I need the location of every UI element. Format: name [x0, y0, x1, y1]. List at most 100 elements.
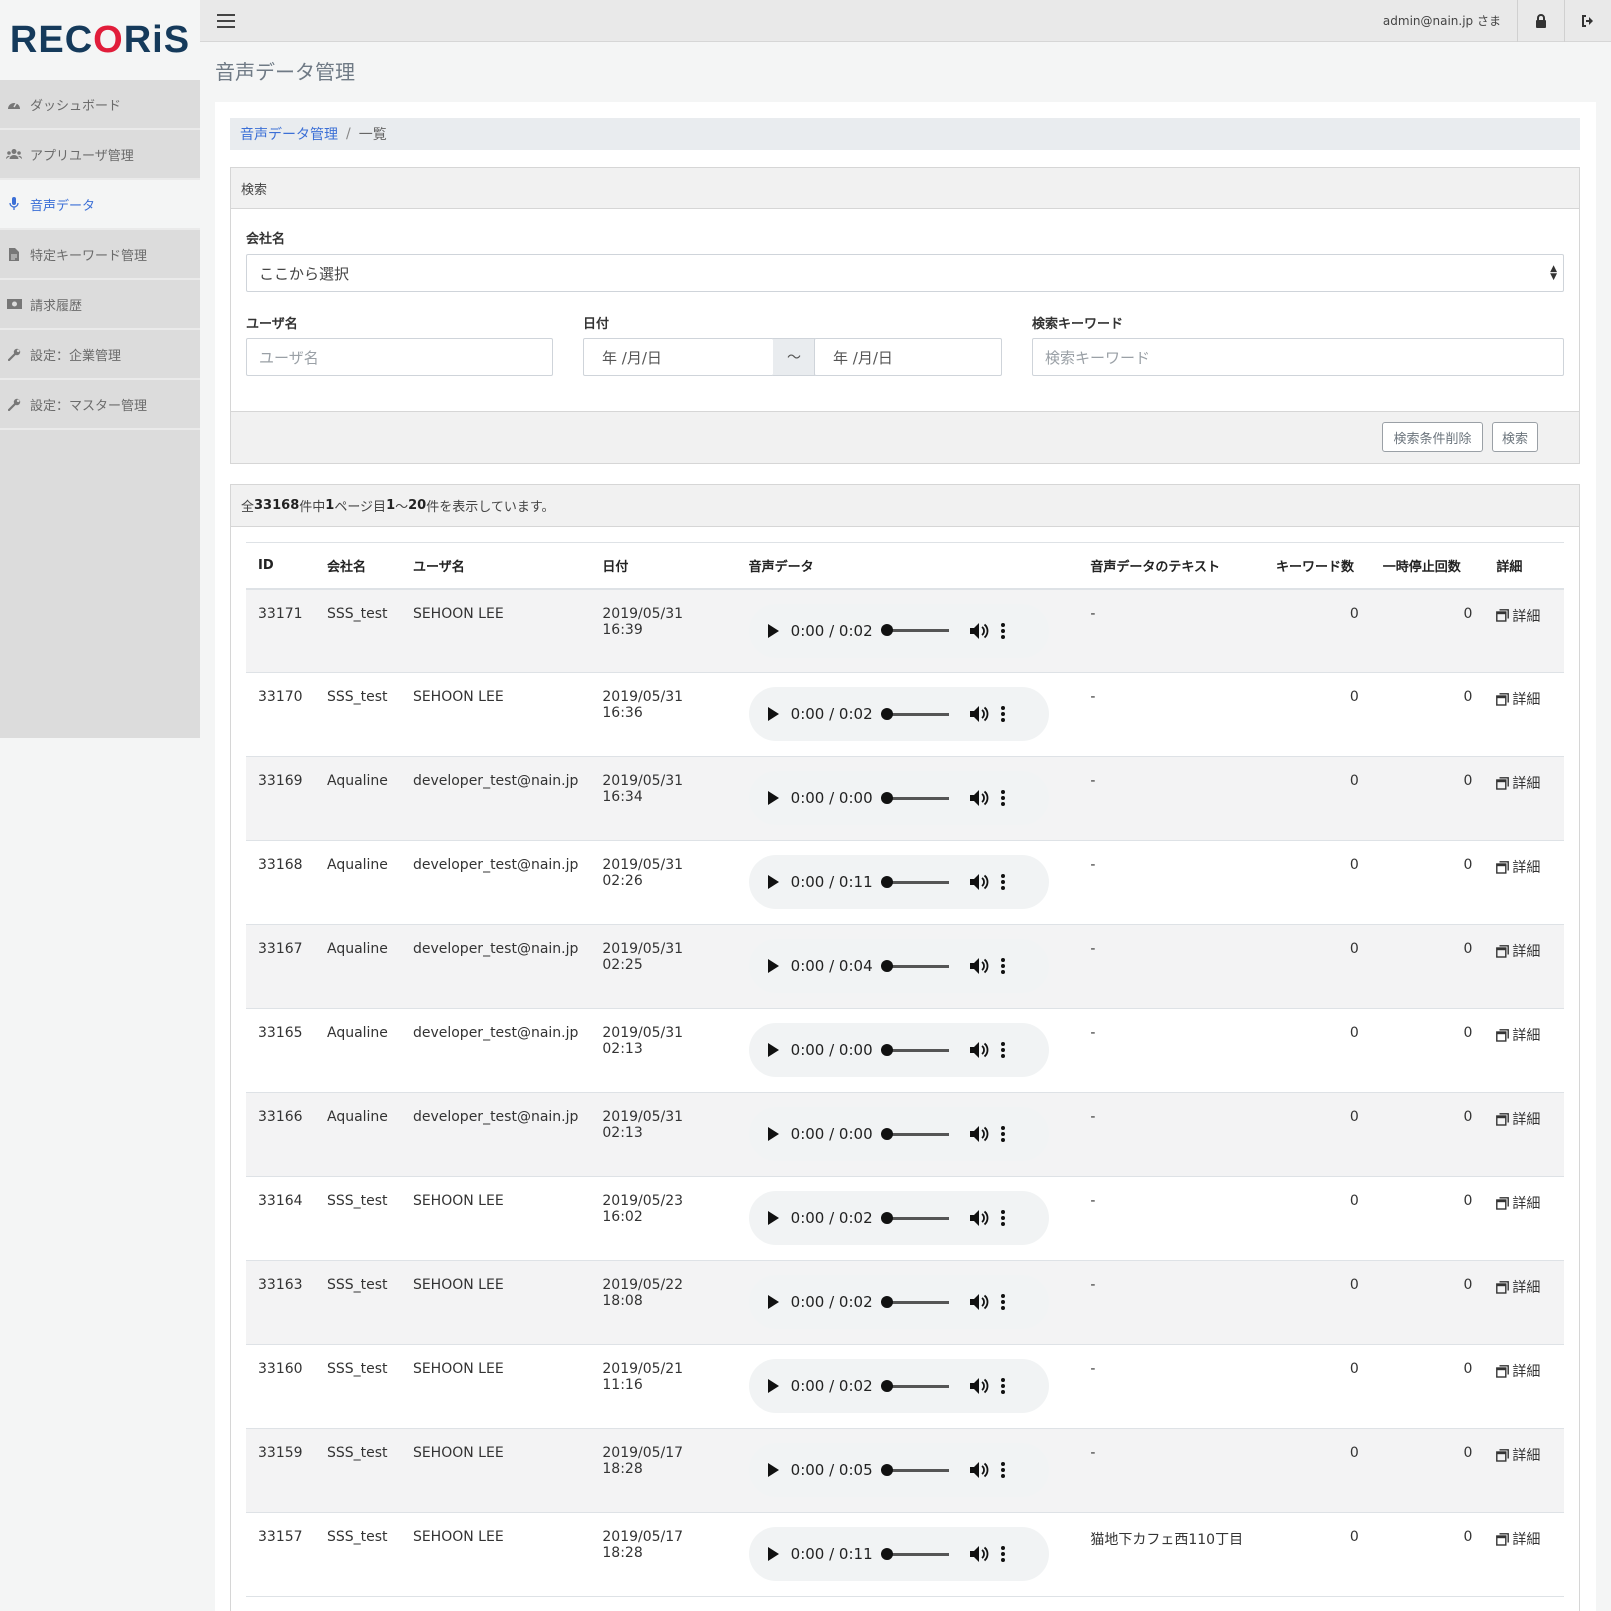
detail-link[interactable]: 詳細: [1496, 1445, 1540, 1465]
audio-player[interactable]: 0:00 / 0:00: [748, 1023, 1049, 1077]
sidebar-item-6[interactable]: 設定：マスター管理: [0, 380, 200, 430]
audio-player[interactable]: 0:00 / 0:11: [748, 1527, 1049, 1581]
play-icon[interactable]: [767, 959, 779, 973]
more-options-icon[interactable]: [1000, 1462, 1005, 1478]
cell-text: -: [1090, 689, 1096, 705]
volume-icon[interactable]: [969, 1461, 1001, 1479]
col-header-company[interactable]: 会社名: [315, 543, 401, 589]
play-icon[interactable]: [767, 1547, 779, 1561]
sidebar-item-5[interactable]: 設定：企業管理: [0, 330, 200, 380]
more-options-icon[interactable]: [1000, 1378, 1005, 1394]
clear-conditions-button[interactable]: 検索条件削除: [1382, 422, 1483, 452]
detail-link[interactable]: 詳細: [1496, 606, 1540, 626]
menu-toggle-icon[interactable]: [217, 13, 235, 28]
detail-link[interactable]: 詳細: [1496, 941, 1540, 961]
play-icon[interactable]: [767, 875, 779, 889]
audio-seek-bar[interactable]: [880, 624, 949, 636]
play-icon[interactable]: [767, 1379, 779, 1393]
detail-link[interactable]: 詳細: [1496, 1109, 1540, 1129]
detail-link[interactable]: 詳細: [1496, 1193, 1540, 1213]
play-icon[interactable]: [767, 623, 779, 638]
audio-player[interactable]: 0:00 / 0:00: [748, 771, 1049, 825]
cell-detail: 詳細: [1484, 1345, 1564, 1429]
date-to-input[interactable]: 年 /月/日: [814, 338, 1002, 376]
audio-seek-bar[interactable]: [880, 1463, 949, 1476]
user-name-input[interactable]: ユーザ名: [246, 338, 553, 376]
volume-icon[interactable]: [969, 1377, 1001, 1395]
audio-seek-bar[interactable]: [880, 1547, 949, 1560]
play-icon[interactable]: [767, 791, 779, 805]
play-icon[interactable]: [767, 1211, 779, 1225]
audio-seek-bar[interactable]: [880, 1295, 949, 1308]
detail-link[interactable]: 詳細: [1496, 689, 1540, 709]
more-options-icon[interactable]: [1000, 1546, 1005, 1562]
volume-icon[interactable]: [969, 1293, 1001, 1311]
audio-seek-bar[interactable]: [880, 1211, 949, 1224]
col-header-pauses[interactable]: 一時停止回数: [1371, 543, 1485, 589]
audio-seek-bar[interactable]: [880, 791, 949, 804]
keyword-input[interactable]: 検索キーワード: [1032, 338, 1564, 376]
logout-icon[interactable]: [1564, 0, 1611, 42]
volume-icon[interactable]: [969, 1041, 1001, 1059]
search-button[interactable]: 検索: [1492, 422, 1538, 452]
audio-seek-bar[interactable]: [880, 875, 949, 888]
play-icon[interactable]: [767, 1043, 779, 1057]
more-options-icon[interactable]: [1000, 790, 1005, 806]
detail-link[interactable]: 詳細: [1496, 1529, 1540, 1549]
audio-seek-bar[interactable]: [880, 959, 949, 972]
audio-player[interactable]: 0:00 / 0:02: [748, 1359, 1049, 1413]
col-header-keywords[interactable]: キーワード数: [1264, 543, 1371, 589]
sidebar-item-2[interactable]: 音声データ: [0, 180, 200, 230]
summary-range-sep: 〜: [395, 500, 409, 515]
more-options-icon[interactable]: [1000, 958, 1005, 974]
logo[interactable]: RECORiS: [0, 0, 200, 80]
audio-player[interactable]: 0:00 / 0:02: [748, 603, 1049, 658]
more-options-icon[interactable]: [1000, 874, 1005, 890]
audio-player[interactable]: 0:00 / 0:02: [748, 687, 1049, 741]
company-select[interactable]: ここから選択 ▲ ▼: [246, 254, 1564, 292]
audio-player[interactable]: 0:00 / 0:04: [748, 939, 1049, 993]
audio-player[interactable]: 0:00 / 0:00: [748, 1107, 1049, 1161]
detail-link[interactable]: 詳細: [1496, 1361, 1540, 1381]
volume-icon[interactable]: [969, 1125, 1001, 1143]
date-from-input[interactable]: 年 /月/日: [583, 338, 774, 376]
sidebar-item-4[interactable]: 請求履歴: [0, 280, 200, 330]
more-options-icon[interactable]: [1000, 1126, 1005, 1142]
volume-icon[interactable]: [969, 705, 1001, 723]
col-header-user[interactable]: ユーザ名: [401, 543, 590, 589]
lock-icon[interactable]: [1517, 0, 1564, 42]
play-icon[interactable]: [767, 1127, 779, 1141]
audio-player[interactable]: 0:00 / 0:05: [748, 1443, 1049, 1497]
more-options-icon[interactable]: [1000, 1210, 1005, 1226]
more-options-icon[interactable]: [1000, 622, 1005, 639]
audio-player[interactable]: 0:00 / 0:02: [748, 1275, 1049, 1329]
breadcrumb-parent-link[interactable]: 音声データ管理: [240, 124, 338, 144]
detail-link[interactable]: 詳細: [1496, 773, 1540, 793]
col-header-id[interactable]: ID: [246, 543, 315, 589]
sidebar-item-3[interactable]: 特定キーワード管理: [0, 230, 200, 280]
play-icon[interactable]: [767, 1463, 779, 1477]
audio-player[interactable]: 0:00 / 0:02: [748, 1191, 1049, 1245]
volume-icon[interactable]: [969, 957, 1001, 975]
audio-player[interactable]: 0:00 / 0:11: [748, 855, 1049, 909]
audio-seek-bar[interactable]: [880, 1379, 949, 1392]
more-options-icon[interactable]: [1000, 1042, 1005, 1058]
audio-seek-bar[interactable]: [880, 1127, 949, 1140]
sidebar-item-0[interactable]: ダッシュボード: [0, 80, 200, 130]
sidebar-item-1[interactable]: アプリユーザ管理: [0, 130, 200, 180]
play-icon[interactable]: [767, 1295, 779, 1309]
volume-icon[interactable]: [969, 622, 1001, 640]
audio-seek-bar[interactable]: [880, 707, 949, 720]
volume-icon[interactable]: [969, 1545, 1001, 1563]
more-options-icon[interactable]: [1000, 1294, 1005, 1310]
detail-link[interactable]: 詳細: [1496, 857, 1540, 877]
play-icon[interactable]: [767, 707, 779, 721]
more-options-icon[interactable]: [1000, 706, 1005, 722]
detail-link[interactable]: 詳細: [1496, 1025, 1540, 1045]
volume-icon[interactable]: [969, 873, 1001, 891]
audio-seek-bar[interactable]: [880, 1043, 949, 1056]
volume-icon[interactable]: [969, 789, 1001, 807]
col-header-date[interactable]: 日付: [590, 543, 736, 589]
volume-icon[interactable]: [969, 1209, 1001, 1227]
detail-link[interactable]: 詳細: [1496, 1277, 1540, 1297]
